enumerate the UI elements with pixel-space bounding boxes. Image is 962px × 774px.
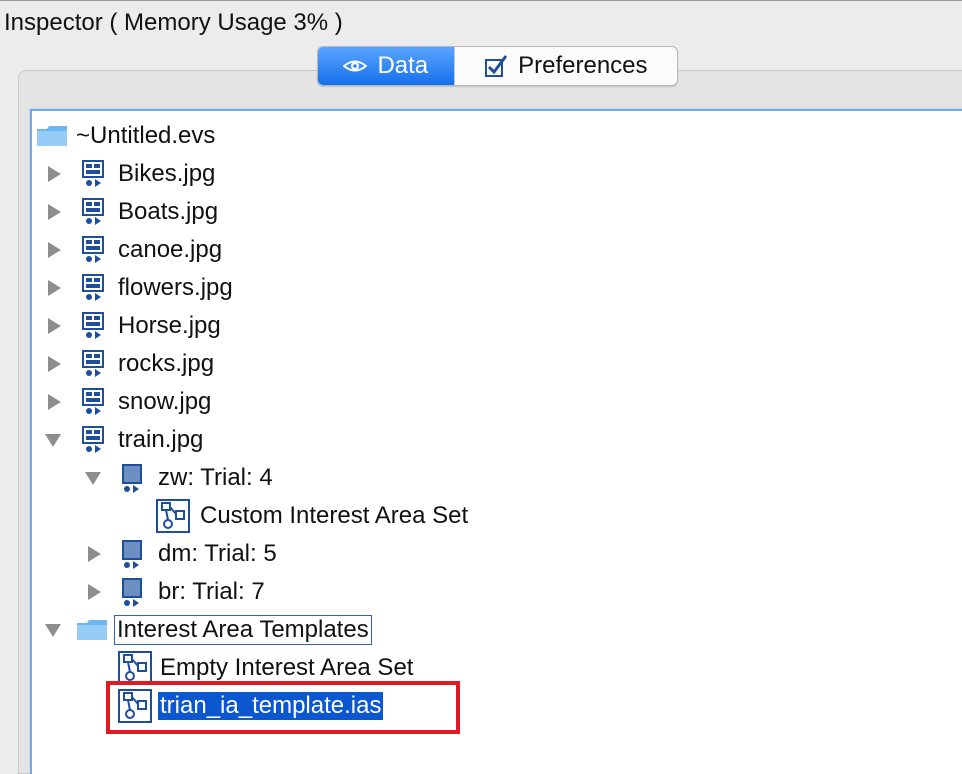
inspector-title-bar: Inspector ( Memory Usage 3% ) — [0, 0, 962, 45]
window-title: Inspector ( Memory Usage 3% ) — [4, 9, 343, 36]
image-data-icon — [82, 426, 106, 461]
trial-icon — [122, 578, 144, 615]
data-tree[interactable]: ~Untitled.evs Bikes.jpg Boats.jpg canoe.… — [30, 109, 962, 774]
image-data-icon — [82, 388, 106, 423]
collapse-arrow-icon[interactable] — [45, 434, 61, 447]
expand-arrow-icon[interactable] — [48, 356, 61, 372]
tree-item-label: Interest Area Templates — [114, 615, 372, 645]
tree-item-label: flowers.jpg — [118, 274, 233, 301]
tree-root-label: ~Untitled.evs — [76, 122, 216, 149]
annotation-highlight-box — [106, 681, 460, 734]
tree-item-label: Horse.jpg — [118, 312, 221, 339]
tree-item-label: Boats.jpg — [118, 198, 219, 225]
tab-data-label: Data — [377, 52, 429, 79]
tab-preferences-label: Preferences — [518, 52, 648, 79]
folder-icon — [36, 125, 68, 154]
checkbox-icon — [484, 54, 508, 78]
expand-arrow-icon[interactable] — [88, 546, 101, 562]
folder-icon — [76, 619, 108, 648]
expand-arrow-icon[interactable] — [48, 394, 61, 410]
image-data-icon — [82, 274, 106, 309]
tree-item-label: Empty Interest Area Set — [160, 654, 414, 681]
tree-item-label: dm: Trial: 5 — [158, 540, 277, 567]
tree-item-label: snow.jpg — [118, 388, 212, 415]
tab-preferences[interactable]: Preferences — [453, 47, 677, 85]
expand-arrow-icon[interactable] — [48, 318, 61, 334]
image-data-icon — [82, 160, 106, 195]
tree-item-label: Custom Interest Area Set — [200, 502, 469, 529]
tree-item-label: br: Trial: 7 — [158, 578, 265, 605]
tree-item-label: rocks.jpg — [118, 350, 215, 377]
image-data-icon — [82, 350, 106, 385]
tab-data[interactable]: Data — [318, 47, 454, 85]
interest-area-set-icon — [156, 499, 190, 540]
image-data-icon — [82, 198, 106, 233]
expand-arrow-icon[interactable] — [48, 280, 61, 296]
image-data-icon — [82, 236, 106, 271]
tree-item-label: zw: Trial: 4 — [158, 464, 273, 491]
collapse-arrow-icon[interactable] — [85, 472, 101, 485]
expand-arrow-icon[interactable] — [48, 242, 61, 258]
view-tabs: Data Preferences — [317, 46, 678, 86]
image-data-icon — [82, 312, 106, 347]
tree-item-label: Bikes.jpg — [118, 160, 216, 187]
tree-item-label: canoe.jpg — [118, 236, 223, 263]
expand-arrow-icon[interactable] — [88, 584, 101, 600]
tree-item-label: train.jpg — [118, 426, 204, 453]
trial-icon — [122, 464, 144, 501]
collapse-arrow-icon[interactable] — [45, 624, 61, 637]
expand-arrow-icon[interactable] — [48, 166, 61, 182]
trial-icon — [122, 540, 144, 577]
eye-icon — [343, 57, 368, 75]
expand-arrow-icon[interactable] — [48, 204, 61, 220]
